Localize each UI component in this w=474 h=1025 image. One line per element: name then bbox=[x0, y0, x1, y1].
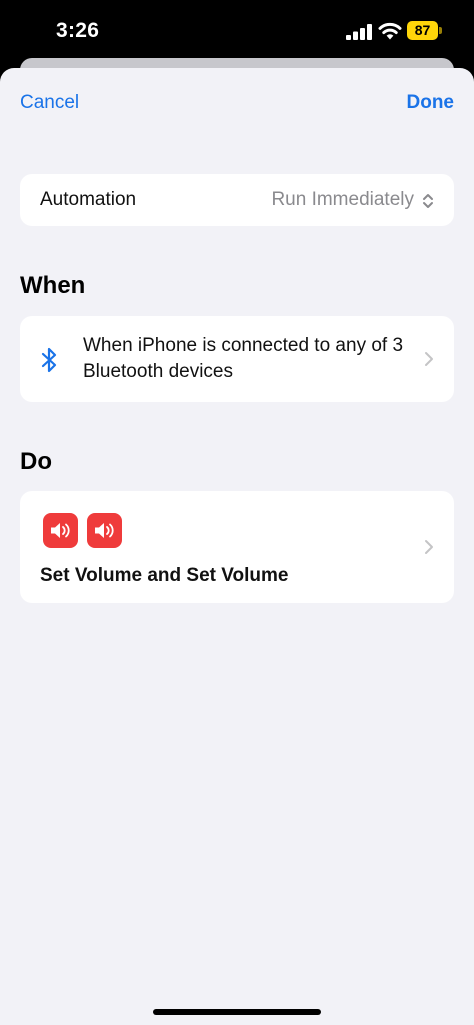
done-button[interactable]: Done bbox=[407, 92, 455, 114]
wifi-icon bbox=[378, 22, 402, 40]
bluetooth-icon bbox=[41, 347, 57, 373]
volume-icon bbox=[87, 513, 122, 548]
do-actions-text: Set Volume and Set Volume bbox=[40, 565, 289, 586]
do-section-title: Do bbox=[20, 448, 52, 475]
when-section-title: When bbox=[20, 272, 86, 299]
battery-cap bbox=[439, 27, 442, 34]
cancel-button[interactable]: Cancel bbox=[20, 92, 79, 114]
home-indicator bbox=[153, 1009, 321, 1015]
battery-level: 87 bbox=[407, 21, 438, 40]
status-bar: 3:26 87 bbox=[0, 0, 474, 62]
do-actions-row[interactable]: Set Volume and Set Volume bbox=[20, 491, 454, 603]
volume-icon bbox=[43, 513, 78, 548]
when-trigger-row[interactable]: When iPhone is connected to any of 3 Blu… bbox=[20, 316, 454, 402]
automation-run-setting[interactable]: Automation Run Immediately bbox=[20, 174, 454, 226]
automation-sheet: Cancel Done Automation Run Immediately W… bbox=[0, 68, 474, 1025]
cellular-signal-icon bbox=[346, 24, 372, 40]
chevron-up-down-icon bbox=[423, 194, 433, 208]
battery-indicator: 87 bbox=[407, 21, 442, 40]
automation-label: Automation bbox=[40, 189, 137, 210]
when-trigger-text: When iPhone is connected to any of 3 Blu… bbox=[83, 335, 404, 382]
chevron-right-icon bbox=[425, 540, 433, 554]
automation-value: Run Immediately bbox=[271, 189, 414, 210]
screen: 3:26 87 Cancel Done Automation Run Immed… bbox=[0, 0, 474, 1025]
chevron-right-icon bbox=[425, 352, 433, 366]
status-time: 3:26 bbox=[56, 19, 100, 42]
